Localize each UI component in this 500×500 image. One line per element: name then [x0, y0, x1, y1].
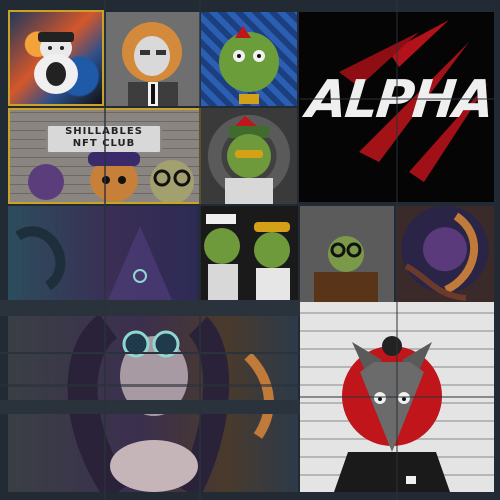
squid-art-icon — [404, 212, 478, 301]
soldier-frog-icon — [225, 116, 273, 204]
tile-nft-swirl-bear[interactable] — [8, 10, 104, 106]
tile-nft-glasses-frog[interactable] — [300, 206, 394, 302]
tile-nft-tentacle-dark[interactable] — [8, 206, 198, 300]
nft-collage-board: ALPHA SHILLABLES NFT CLUB — [0, 0, 500, 500]
tentacle-art-icon — [15, 226, 172, 300]
grid-divider — [396, 0, 398, 500]
glasses-frog-icon — [314, 236, 378, 302]
grid-divider — [0, 400, 300, 414]
grid-divider — [199, 0, 201, 500]
grid-divider — [0, 300, 300, 316]
frog-pair-icon — [204, 214, 290, 300]
bear-avatar-icon — [34, 32, 78, 94]
tile-nft-frog-pair[interactable] — [200, 206, 298, 300]
tile-nft-mosaic-frog[interactable] — [201, 12, 297, 106]
grid-divider — [0, 384, 300, 387]
grid-divider — [0, 352, 300, 354]
grid-divider — [300, 396, 494, 398]
frog-avatar-icon — [219, 26, 279, 104]
tile-nft-sergeant-frog[interactable] — [201, 108, 297, 204]
tile-nft-suited-lion[interactable] — [106, 12, 200, 106]
alpha-title: ALPHA — [303, 70, 494, 130]
lion-avatar-icon — [122, 22, 182, 106]
grid-divider — [104, 0, 106, 500]
tile-nft-purple-squid[interactable] — [396, 206, 494, 302]
grid-divider — [300, 98, 494, 100]
